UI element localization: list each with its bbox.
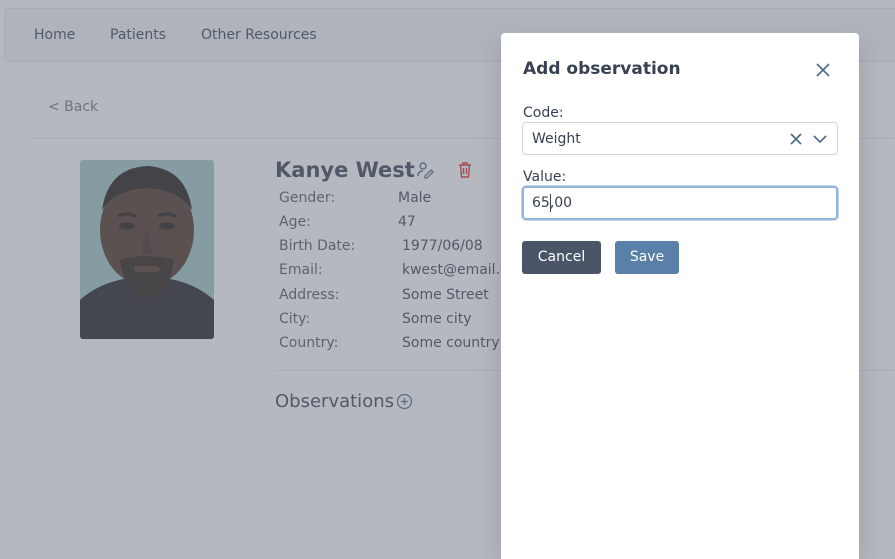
code-label: Code:	[523, 105, 564, 121]
cancel-button[interactable]: Cancel	[522, 241, 601, 274]
chevron-down-icon[interactable]	[813, 133, 827, 145]
value-label: Value:	[523, 169, 567, 185]
text-cursor	[550, 194, 551, 212]
add-observation-dialog: Add observation Code: Weight Value: 65,0…	[501, 33, 859, 559]
value-input-text: 65,00	[532, 195, 573, 211]
code-selected-value: Weight	[532, 131, 581, 147]
value-input[interactable]: 65,00	[521, 185, 839, 221]
save-button[interactable]: Save	[615, 241, 679, 274]
dialog-title: Add observation	[523, 59, 681, 79]
clear-icon[interactable]	[789, 132, 803, 146]
code-select[interactable]: Weight	[522, 122, 838, 155]
close-icon[interactable]	[813, 60, 833, 80]
